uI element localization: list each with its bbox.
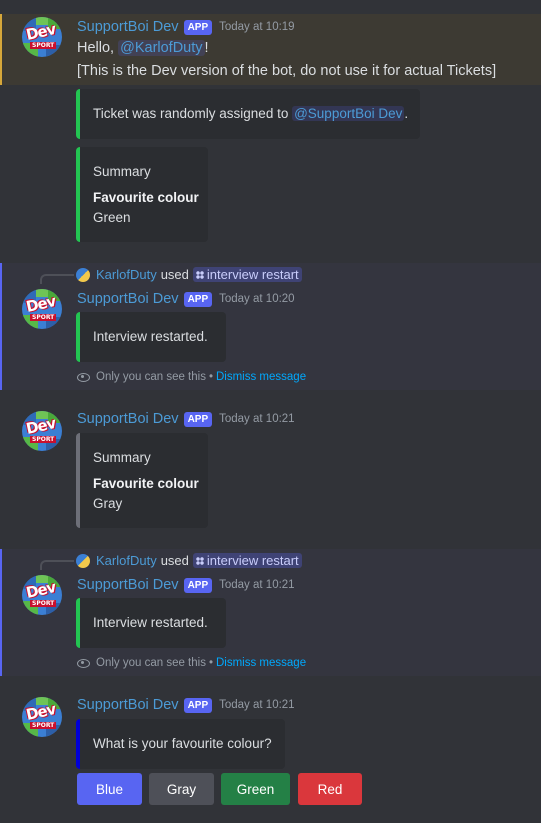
summary-title: Summary [93, 164, 151, 179]
timestamp: Today at 10:21 [219, 699, 295, 711]
embed-text: Interview restarted. [93, 329, 208, 344]
app-badge: APP [183, 19, 213, 35]
avatar-subtext: SPORT [30, 314, 57, 321]
timestamp: Today at 10:21 [219, 579, 295, 591]
dismiss-link[interactable]: Dismiss message [216, 371, 306, 383]
summary-field: Favourite colour [93, 476, 199, 491]
app-badge: APP [183, 411, 213, 427]
user-mention[interactable]: @KarlofDuty [118, 40, 205, 56]
summary-value: Green [93, 210, 131, 225]
dev-note: [This is the Dev version of the bot, do … [77, 63, 497, 79]
ephemeral-dot: • [208, 371, 213, 383]
command-text: interview restart [206, 553, 299, 568]
reply-connector [40, 560, 74, 570]
summary-field: Favourite colour [93, 190, 199, 205]
question-text: What is your favourite colour? [93, 736, 272, 751]
ephemeral-notice: Only you can see this • Dismiss message [77, 657, 306, 669]
username[interactable]: SupportBoi Dev [77, 411, 179, 427]
assign-suffix: . [404, 106, 409, 121]
assign-text: Ticket was randomly assigned to @Support… [93, 106, 408, 121]
message-4: KarlofDuty used interview restart Dev SP… [0, 549, 541, 676]
slash-command[interactable]: interview restart [192, 267, 302, 282]
message-3: Dev SPORT SupportBoi Dev APP Today at 10… [0, 405, 541, 535]
user-mini-avatar [76, 553, 90, 568]
username[interactable]: SupportBoi Dev [77, 697, 179, 713]
assign-prefix: Ticket was randomly assigned to [93, 106, 293, 121]
ephemeral-dot: • [208, 657, 213, 669]
dismiss-link[interactable]: Dismiss message [216, 657, 306, 669]
message-header: SupportBoi Dev APP Today at 10:19 [77, 19, 295, 35]
reply-connector [40, 274, 74, 284]
reply-user[interactable]: KarlofDuty [96, 553, 157, 568]
app-badge: APP [183, 577, 213, 593]
user-mini-avatar [76, 267, 90, 282]
timestamp: Today at 10:21 [219, 413, 295, 425]
bot-avatar[interactable]: Dev SPORT [22, 17, 62, 57]
command-reply[interactable]: KarlofDuty used interview restart [76, 267, 302, 282]
reply-used: used [160, 553, 189, 568]
avatar-subtext: SPORT [30, 722, 57, 729]
ephemeral-notice: Only you can see this • Dismiss message [77, 371, 306, 383]
command-reply[interactable]: KarlofDuty used interview restart [76, 553, 302, 568]
greeting-end: ! [204, 40, 209, 56]
command-text: interview restart [206, 267, 299, 282]
bot-avatar[interactable]: Dev SPORT [22, 411, 62, 451]
timestamp: Today at 10:19 [219, 21, 295, 33]
summary-title: Summary [93, 450, 151, 465]
eye-icon [77, 658, 90, 668]
red-button[interactable]: Red [298, 773, 362, 805]
username[interactable]: SupportBoi Dev [77, 19, 179, 35]
blue-button[interactable]: Blue [77, 773, 142, 805]
message-header: SupportBoi Dev APP Today at 10:21 [77, 577, 295, 593]
bot-mention[interactable]: @SupportBoi Dev [292, 106, 405, 121]
reply-user[interactable]: KarlofDuty [96, 267, 157, 282]
summary-embed-gray: Summary Favourite colour Gray [76, 433, 208, 528]
ephemeral-text: Only you can see this [96, 657, 206, 669]
timestamp: Today at 10:20 [219, 293, 295, 305]
avatar-subtext: SPORT [30, 42, 57, 49]
command-icon [195, 556, 204, 565]
ephemeral-text: Only you can see this [96, 371, 206, 383]
assign-embed: Ticket was randomly assigned to @Support… [76, 89, 420, 139]
message-1: Dev SPORT SupportBoi Dev APP Today at 10… [0, 14, 541, 85]
username[interactable]: SupportBoi Dev [77, 291, 179, 307]
bot-avatar[interactable]: Dev SPORT [22, 575, 62, 615]
summary-value: Gray [93, 496, 123, 511]
command-icon [195, 270, 204, 279]
restart-embed: Interview restarted. [76, 598, 226, 648]
greeting-text: Hello, [77, 40, 119, 56]
username[interactable]: SupportBoi Dev [77, 577, 179, 593]
bot-avatar[interactable]: Dev SPORT [22, 697, 62, 737]
eye-icon [77, 372, 90, 382]
question-embed: What is your favourite colour? [76, 719, 285, 769]
app-badge: APP [183, 697, 213, 713]
avatar-subtext: SPORT [30, 600, 57, 607]
message-header: SupportBoi Dev APP Today at 10:21 [77, 697, 295, 713]
greeting-line: Hello, @KarlofDuty! [77, 40, 209, 56]
slash-command[interactable]: interview restart [192, 553, 302, 568]
restart-embed: Interview restarted. [76, 312, 226, 362]
bot-avatar[interactable]: Dev SPORT [22, 289, 62, 329]
gray-button[interactable]: Gray [149, 773, 214, 805]
green-button[interactable]: Green [221, 773, 290, 805]
avatar-subtext: SPORT [30, 436, 57, 443]
summary-embed-green: Summary Favourite colour Green [76, 147, 208, 242]
app-badge: APP [183, 291, 213, 307]
message-header: SupportBoi Dev APP Today at 10:21 [77, 411, 295, 427]
reply-used: used [160, 267, 189, 282]
message-2: KarlofDuty used interview restart Dev SP… [0, 263, 541, 390]
message-header: SupportBoi Dev APP Today at 10:20 [77, 291, 295, 307]
embed-text: Interview restarted. [93, 615, 208, 630]
